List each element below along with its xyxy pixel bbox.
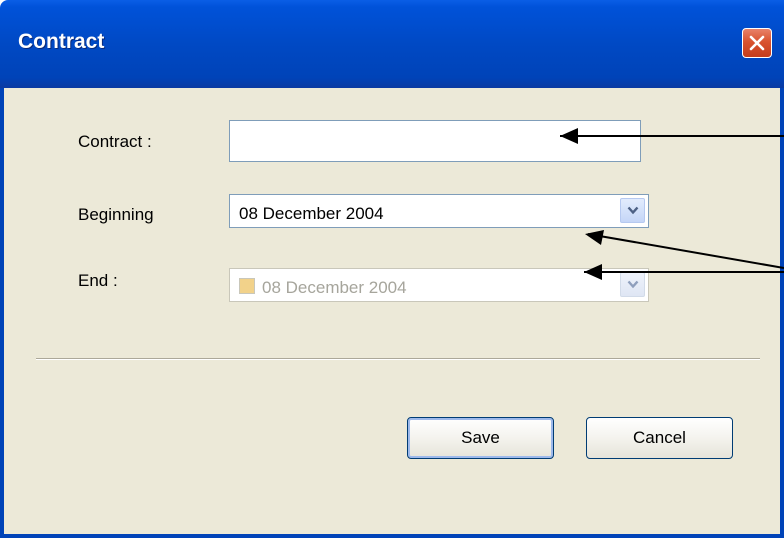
annotation-arrows: [560, 128, 784, 280]
arrow-beginning: [587, 233, 784, 269]
arrowhead-beginning: [585, 230, 604, 245]
arrowhead-end: [584, 264, 602, 280]
contract-dialog: Contract Contract : Beginning 08 Decembe…: [0, 0, 784, 538]
arrowhead-contract: [560, 128, 578, 144]
